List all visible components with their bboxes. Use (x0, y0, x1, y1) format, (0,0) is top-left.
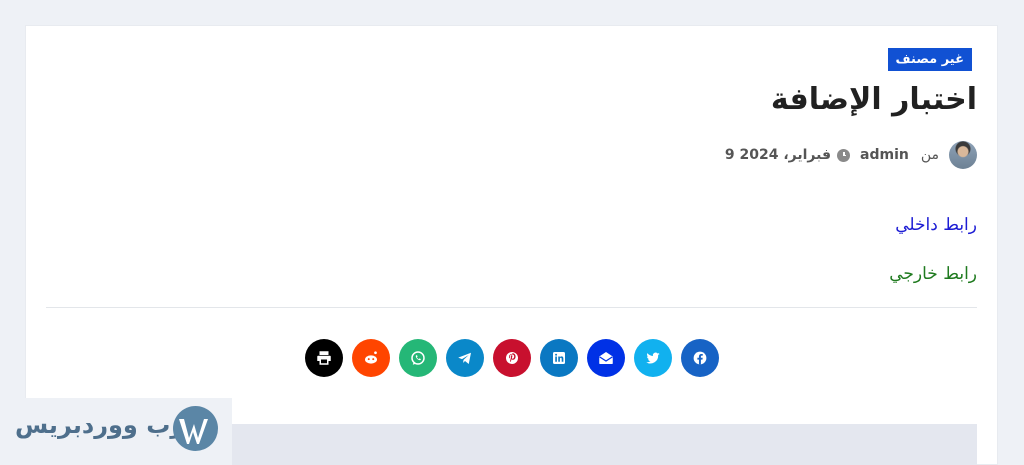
pinterest-share-button[interactable] (492, 339, 531, 377)
share-buttons (26, 339, 997, 377)
divider (46, 307, 977, 308)
reddit-icon (364, 351, 377, 364)
whatsapp-share-button[interactable] (398, 339, 437, 377)
post-title: اختبار الإضافة (770, 82, 977, 117)
post-meta: 9 فبراير، 2024 admin من (725, 140, 977, 170)
pinterest-icon (505, 352, 518, 364)
category-badge[interactable]: غير مصنف (887, 48, 972, 71)
twitter-share-button[interactable] (633, 339, 672, 377)
watermark-logo-icon (173, 406, 218, 451)
whatsapp-icon (410, 351, 425, 365)
print-icon (316, 351, 331, 365)
facebook-icon (693, 351, 706, 365)
clock-icon (837, 148, 851, 162)
internal-link[interactable]: رابط داخلي (895, 215, 977, 235)
avatar[interactable] (949, 141, 977, 169)
print-share-button[interactable] (304, 339, 343, 377)
email-icon (598, 352, 613, 364)
post-date[interactable]: 9 فبراير، 2024 (725, 147, 831, 163)
author-prefix: من (920, 147, 939, 163)
linkedin-share-button[interactable] (539, 339, 578, 377)
twitter-icon (645, 352, 660, 364)
linkedin-icon (552, 352, 565, 364)
email-share-button[interactable] (586, 339, 625, 377)
external-link[interactable]: رابط خارجي (889, 264, 977, 284)
post-author[interactable]: admin (860, 147, 909, 163)
reddit-share-button[interactable] (351, 339, 390, 377)
telegram-icon (457, 352, 471, 364)
facebook-share-button[interactable] (680, 339, 719, 377)
telegram-share-button[interactable] (445, 339, 484, 377)
